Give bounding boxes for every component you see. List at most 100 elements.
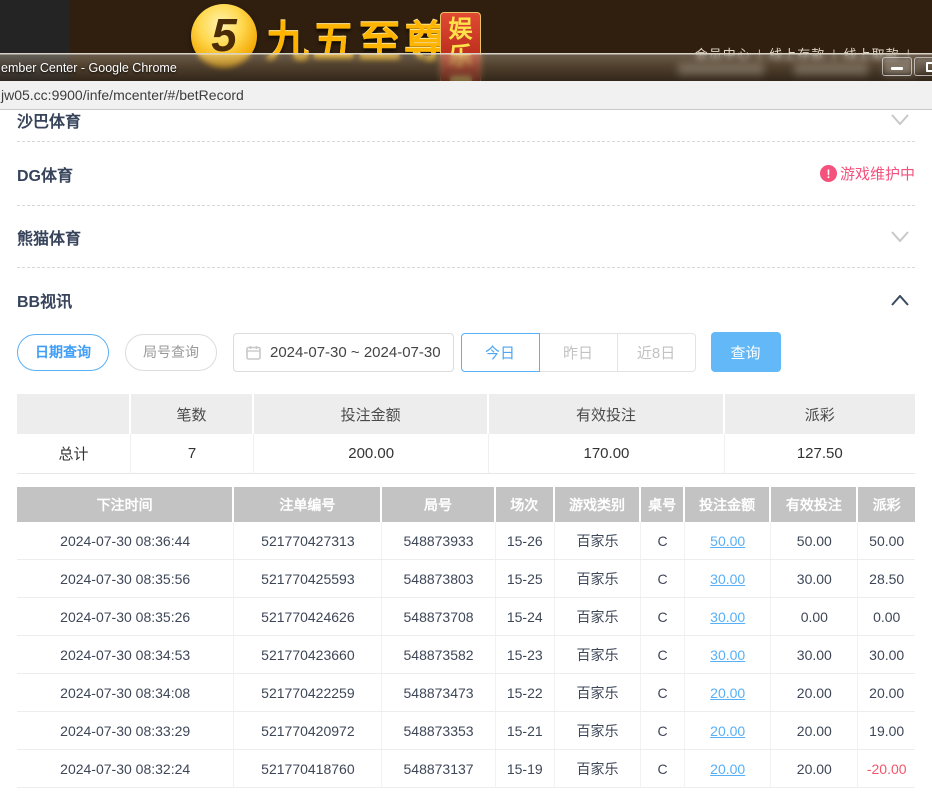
summary-value-cell: 总计 bbox=[17, 434, 131, 474]
window-title: ember Center - Google Chrome bbox=[1, 61, 177, 75]
section-shaba-sports[interactable]: 沙巴体育 bbox=[17, 110, 915, 142]
cell-bet-id: 521770427313 bbox=[234, 522, 382, 559]
summary-header-cell: 投注金额 bbox=[254, 394, 489, 434]
chevron-up-icon[interactable] bbox=[891, 295, 909, 306]
bet-table-header-payout: 派彩 bbox=[858, 487, 915, 522]
summary-header-cell: 笔数 bbox=[131, 394, 254, 434]
summary-value-cell: 127.50 bbox=[725, 434, 915, 474]
summary-table: 笔数投注金额有效投注派彩 总计7200.00170.00127.50 bbox=[17, 394, 915, 474]
bet-table-header-table-no: 桌号 bbox=[641, 487, 685, 522]
section-title: 沙巴体育 bbox=[17, 110, 81, 132]
bet-table-header-valid-bet: 有效投注 bbox=[771, 487, 858, 522]
cell-game-type: 百家乐 bbox=[555, 674, 641, 711]
table-row: 2024-07-30 08:32:24521770418760548873137… bbox=[17, 750, 915, 788]
summary-value-cell: 7 bbox=[131, 434, 254, 474]
bet-amount-link[interactable]: 20.00 bbox=[710, 723, 745, 739]
maximize-button[interactable] bbox=[914, 57, 932, 76]
cell-round-id: 548873473 bbox=[382, 674, 495, 711]
browser-window: ember Center - Google Chrome jw05.cc:990… bbox=[0, 53, 932, 805]
table-row: 2024-07-30 08:35:56521770425593548873803… bbox=[17, 560, 915, 598]
cell-game-type: 百家乐 bbox=[555, 712, 641, 749]
cell-bet-amount: 30.00 bbox=[685, 598, 771, 635]
bet-amount-link[interactable]: 50.00 bbox=[710, 533, 745, 549]
table-row: 2024-07-30 08:34:08521770422259548873473… bbox=[17, 674, 915, 712]
cell-round-id: 548873933 bbox=[382, 522, 495, 559]
cell-bet-amount: 50.00 bbox=[685, 522, 771, 559]
cell-table-no: C bbox=[641, 522, 685, 559]
summary-value-cell: 200.00 bbox=[254, 434, 489, 474]
bet-amount-link[interactable]: 30.00 bbox=[710, 609, 745, 625]
cell-bet-id: 521770425593 bbox=[234, 560, 382, 597]
query-tab-group: 日期查询局号查询 bbox=[17, 334, 217, 371]
minimize-button[interactable] bbox=[882, 57, 912, 76]
cell-bet-time: 2024-07-30 08:35:26 bbox=[17, 598, 234, 635]
bet-table-header-row: 下注时间注单编号局号场次游戏类别桌号投注金额有效投注派彩 bbox=[17, 487, 915, 522]
cell-payout: 28.50 bbox=[858, 560, 915, 597]
table-row: 2024-07-30 08:36:44521770427313548873933… bbox=[17, 522, 915, 560]
bet-amount-link[interactable]: 30.00 bbox=[710, 571, 745, 587]
cell-valid-bet: 20.00 bbox=[771, 674, 858, 711]
cell-round-id: 548873137 bbox=[382, 750, 495, 787]
cell-game-type: 百家乐 bbox=[555, 598, 641, 635]
table-row: 2024-07-30 08:33:29521770420972548873353… bbox=[17, 712, 915, 750]
url-bar[interactable]: jw05.cc:9900/infe/mcenter/#/betRecord bbox=[0, 81, 932, 110]
quick-range-button[interactable]: 昨日 bbox=[539, 333, 618, 372]
cell-table-no: C bbox=[641, 750, 685, 787]
cell-table-no: C bbox=[641, 636, 685, 673]
query-tab[interactable]: 日期查询 bbox=[17, 334, 109, 371]
cell-game-type: 百家乐 bbox=[555, 522, 641, 559]
cell-bet-id: 521770422259 bbox=[234, 674, 382, 711]
bet-table-header-round-id: 局号 bbox=[382, 487, 495, 522]
cell-payout: 30.00 bbox=[858, 636, 915, 673]
cell-valid-bet: 30.00 bbox=[771, 560, 858, 597]
query-tab[interactable]: 局号查询 bbox=[125, 334, 217, 371]
minimize-icon bbox=[891, 67, 903, 70]
summary-header-cell: 有效投注 bbox=[489, 394, 724, 434]
cell-session: 15-21 bbox=[496, 712, 555, 749]
cell-valid-bet: 30.00 bbox=[771, 636, 858, 673]
bet-record-table: 下注时间注单编号局号场次游戏类别桌号投注金额有效投注派彩 2024-07-30 … bbox=[17, 487, 915, 788]
cell-session: 15-23 bbox=[496, 636, 555, 673]
quick-range-button[interactable]: 今日 bbox=[461, 333, 540, 372]
window-titlebar[interactable]: ember Center - Google Chrome bbox=[0, 53, 932, 81]
cell-valid-bet: 0.00 bbox=[771, 598, 858, 635]
bet-amount-link[interactable]: 20.00 bbox=[710, 761, 745, 777]
bet-table-header-game-type: 游戏类别 bbox=[555, 487, 641, 522]
bet-amount-link[interactable]: 20.00 bbox=[710, 685, 745, 701]
cell-round-id: 548873582 bbox=[382, 636, 495, 673]
cell-session: 15-22 bbox=[496, 674, 555, 711]
bet-amount-link[interactable]: 30.00 bbox=[710, 647, 745, 663]
cell-valid-bet: 50.00 bbox=[771, 522, 858, 559]
section-dg-sports[interactable]: DG体育 ! 游戏维护中 bbox=[17, 142, 915, 206]
quick-range-button[interactable]: 近8日 bbox=[617, 333, 696, 372]
cell-bet-id: 521770418760 bbox=[234, 750, 382, 787]
logo-coin-digit: 5 bbox=[211, 12, 237, 58]
section-panda-sports[interactable]: 熊猫体育 bbox=[17, 206, 915, 268]
url-text: jw05.cc:9900/infe/mcenter/#/betRecord bbox=[1, 87, 244, 103]
quick-range-group: 今日昨日近8日 bbox=[461, 333, 696, 372]
cell-valid-bet: 20.00 bbox=[771, 712, 858, 749]
section-title: DG体育 bbox=[17, 162, 73, 186]
window-controls bbox=[880, 57, 932, 76]
cell-session: 15-19 bbox=[496, 750, 555, 787]
chevron-down-icon[interactable] bbox=[891, 114, 909, 125]
summary-header-row: 笔数投注金额有效投注派彩 bbox=[17, 394, 915, 434]
bet-table-header-bet-id: 注单编号 bbox=[234, 487, 382, 522]
date-range-input[interactable]: 2024-07-30 ~ 2024-07-30 bbox=[233, 333, 454, 372]
summary-header-cell bbox=[17, 394, 131, 434]
cell-bet-amount: 20.00 bbox=[685, 712, 771, 749]
cell-bet-amount: 30.00 bbox=[685, 636, 771, 673]
cell-bet-time: 2024-07-30 08:34:08 bbox=[17, 674, 234, 711]
section-title: BB视讯 bbox=[17, 288, 72, 312]
section-bb-video[interactable]: BB视讯 bbox=[17, 268, 915, 332]
cell-bet-id: 521770423660 bbox=[234, 636, 382, 673]
cell-bet-amount: 20.00 bbox=[685, 674, 771, 711]
cell-game-type: 百家乐 bbox=[555, 750, 641, 787]
chevron-down-icon[interactable] bbox=[891, 231, 909, 242]
cell-session: 15-24 bbox=[496, 598, 555, 635]
maintenance-text: 游戏维护中 bbox=[840, 163, 915, 184]
cell-table-no: C bbox=[641, 712, 685, 749]
maintenance-badge: ! 游戏维护中 bbox=[820, 163, 915, 184]
search-button[interactable]: 查询 bbox=[711, 332, 781, 372]
table-row: 2024-07-30 08:35:26521770424626548873708… bbox=[17, 598, 915, 636]
